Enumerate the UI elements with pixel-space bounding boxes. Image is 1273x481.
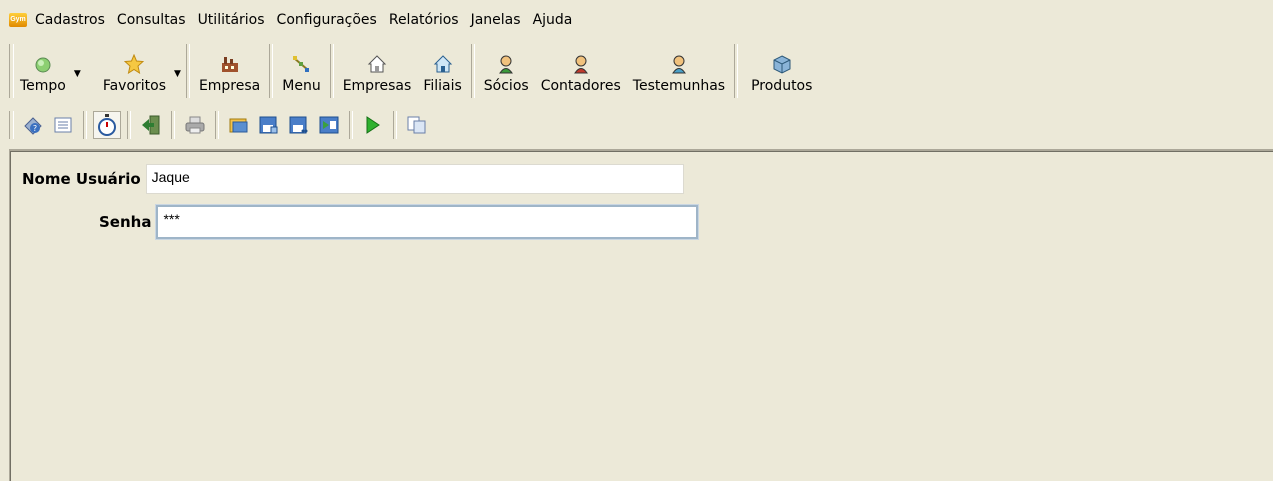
print-icon	[185, 116, 205, 134]
person-icon	[672, 55, 686, 74]
contadores-label: Contadores	[540, 78, 621, 94]
testemunhas-label: Testemunhas	[632, 78, 726, 94]
copy-button[interactable]	[403, 111, 431, 139]
run-icon	[366, 116, 380, 134]
branch-house-icon	[433, 55, 452, 73]
menu-utilitarios[interactable]: Utilitários	[192, 12, 271, 28]
password-input[interactable]: ***	[156, 205, 699, 239]
password-row: Senha ***	[99, 205, 699, 239]
menu-tree-icon	[293, 56, 310, 72]
toolbar-separator	[127, 111, 131, 139]
toolbar-separator	[83, 111, 87, 139]
toolbar-separator	[470, 44, 475, 98]
toolbar-separator	[329, 44, 334, 98]
export-icon	[319, 116, 339, 134]
secondary-toolbar: ?	[0, 104, 1273, 146]
toolbar-separator	[349, 111, 353, 139]
save-all-button[interactable]	[285, 111, 313, 139]
menu-cadastros[interactable]: Cadastros	[33, 12, 111, 28]
password-label: Senha	[99, 213, 152, 231]
toolbar-grip[interactable]	[9, 44, 14, 98]
empresa-label: Empresa	[198, 78, 261, 94]
toolbar-separator	[393, 111, 397, 139]
toolbar-separator	[734, 44, 739, 98]
menu-janelas[interactable]: Janelas	[465, 12, 527, 28]
help-button[interactable]: ?	[19, 111, 47, 139]
login-panel: Nome Usuário Jaque Senha ***	[9, 149, 1273, 481]
filiais-label: Filiais	[423, 78, 462, 94]
menu-consultas[interactable]: Consultas	[111, 12, 192, 28]
list-icon	[54, 117, 72, 133]
save-all-icon	[289, 116, 308, 134]
menu-button[interactable]: Menu	[276, 40, 326, 102]
contadores-button[interactable]: Contadores	[535, 40, 627, 102]
run-button[interactable]	[359, 111, 387, 139]
export-button[interactable]	[315, 111, 343, 139]
save-icon	[259, 116, 278, 134]
stopwatch-icon	[98, 114, 116, 136]
person-icon	[499, 55, 514, 74]
toolbar-grip[interactable]	[9, 111, 14, 139]
tempo-button[interactable]: Tempo	[18, 40, 72, 102]
factory-icon	[221, 57, 238, 72]
produtos-label: Produtos	[751, 78, 813, 94]
username-row: Nome Usuário Jaque	[22, 164, 684, 194]
list-view-button[interactable]	[49, 111, 77, 139]
exit-icon	[142, 115, 160, 135]
globe-icon	[35, 57, 51, 73]
menu-configuracoes[interactable]: Configurações	[271, 12, 383, 28]
produtos-button[interactable]: Produtos	[741, 40, 818, 102]
main-toolbar: Tempo ▼ Favoritos ▼ Empresa Menu Empresa…	[0, 40, 1273, 102]
star-icon	[124, 54, 145, 74]
socios-label: Sócios	[483, 78, 529, 94]
empresas-label: Empresas	[342, 78, 412, 94]
menu-bar: Gym Cadastros Consultas Utilitários Conf…	[0, 0, 1273, 40]
svg-text:?: ?	[33, 124, 37, 133]
app-logo-icon: Gym	[9, 13, 27, 27]
username-input[interactable]: Jaque	[145, 164, 684, 194]
menu-label: Menu	[282, 78, 321, 94]
person-icon	[573, 55, 588, 74]
print-button[interactable]	[181, 111, 209, 139]
menu-relatorios[interactable]: Relatórios	[383, 12, 465, 28]
box-icon	[773, 55, 791, 74]
username-label: Nome Usuário	[22, 170, 141, 188]
help-icon: ?	[24, 117, 42, 135]
menu-ajuda[interactable]: Ajuda	[527, 12, 579, 28]
filiais-button[interactable]: Filiais	[417, 40, 467, 102]
save-button[interactable]	[255, 111, 283, 139]
toolbar-separator	[185, 44, 190, 98]
testemunhas-button[interactable]: Testemunhas	[627, 40, 731, 102]
empresa-button[interactable]: Empresa	[193, 40, 266, 102]
toolbar-separator	[269, 44, 274, 98]
open-button[interactable]	[225, 111, 253, 139]
open-folder-icon	[229, 118, 248, 133]
toolbar-separator	[215, 111, 219, 139]
favoritos-label: Favoritos	[102, 78, 167, 94]
tempo-label: Tempo	[20, 78, 66, 94]
timer-button[interactable]	[93, 111, 121, 139]
copy-icon	[407, 116, 426, 134]
socios-button[interactable]: Sócios	[478, 40, 535, 102]
empresas-button[interactable]: Empresas	[337, 40, 418, 102]
exit-button[interactable]	[137, 111, 165, 139]
tempo-dropdown-arrow[interactable]: ▼	[72, 69, 83, 79]
house-icon	[367, 55, 387, 73]
toolbar-separator	[171, 111, 175, 139]
favoritos-dropdown-arrow[interactable]: ▼	[172, 69, 183, 79]
favoritos-button[interactable]: Favoritos	[97, 40, 172, 102]
